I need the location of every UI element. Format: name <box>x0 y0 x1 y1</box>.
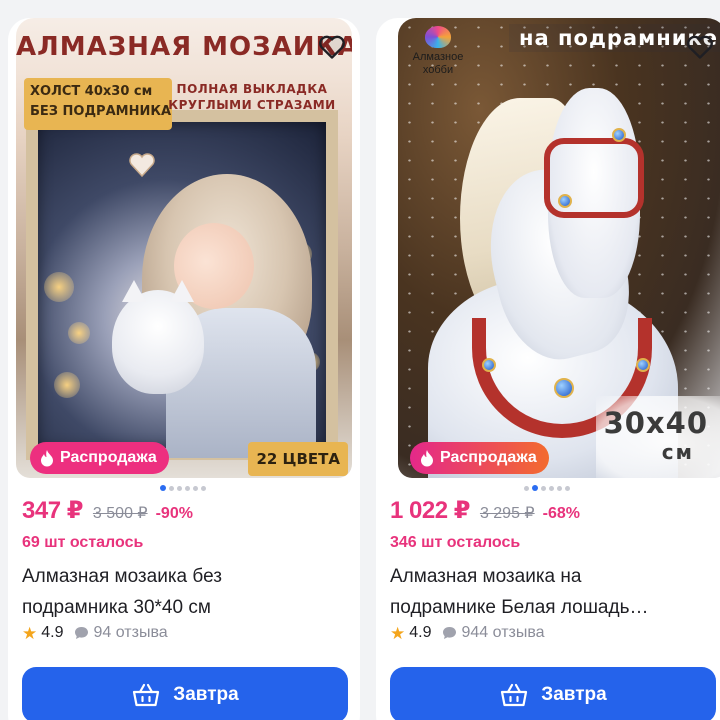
rating-value: 4.9 <box>41 624 64 641</box>
slide-indicator <box>160 485 206 491</box>
current-price: 347 ₽ <box>22 497 83 524</box>
size-value: 30x40 <box>603 406 708 440</box>
heart-outline-icon <box>319 35 345 59</box>
stock-remaining: 346 шт осталось <box>390 534 521 551</box>
brand-logo: Алмазное хобби <box>402 26 474 77</box>
gem-ornament <box>558 194 572 208</box>
button-label: Завтра <box>541 684 607 705</box>
reviews-link[interactable]: 94 отзыва <box>74 624 168 642</box>
delivery-cart-button[interactable]: Завтра <box>390 667 716 720</box>
speech-bubble-icon <box>74 627 88 639</box>
product-name-line-1: Алмазная мозаика на <box>390 566 582 587</box>
slide-indicator <box>524 485 570 491</box>
rating-row: ★ 4.9 94 отзыва <box>22 624 168 642</box>
photo-title: АЛМАЗНАЯ МОЗАИКА <box>16 32 352 62</box>
colors-count-tag: 22 ЦВЕТА <box>248 442 348 476</box>
star-icon: ★ <box>390 623 406 643</box>
brand-name-2: хобби <box>422 64 454 76</box>
star-icon: ★ <box>22 623 38 643</box>
sale-label: Распродажа <box>440 449 537 466</box>
reviews-count: 94 отзыва <box>93 624 168 641</box>
product-card-2[interactable]: на подрамнике Алмазное хобби 30x40 см Ра… <box>376 18 720 720</box>
slide-dot <box>185 485 190 491</box>
flame-icon <box>41 450 53 467</box>
price-row: 1 022 ₽ 3 295 ₽ -68% <box>390 496 580 525</box>
slide-dot <box>201 485 206 491</box>
sale-badge: Распродажа <box>410 442 549 474</box>
no-frame-text: БЕЗ ПОДРАМНИКА <box>30 104 172 119</box>
product-photo[interactable]: на подрамнике Алмазное хобби 30x40 см Ра… <box>398 18 720 478</box>
old-price: 3 295 ₽ <box>479 505 535 522</box>
horse-bridle <box>544 138 644 218</box>
slide-dot <box>177 485 182 491</box>
basket-icon <box>501 683 528 707</box>
product-name-line-1: Алмазная мозаика без <box>22 566 222 587</box>
discount-percent: -68% <box>542 505 580 522</box>
rating-row: ★ 4.9 944 отзыва <box>390 624 545 642</box>
slide-dot <box>524 485 529 491</box>
slide-dot <box>541 485 546 491</box>
basket-icon <box>133 683 160 707</box>
gem-ornament <box>482 358 496 372</box>
slide-dot <box>565 485 570 491</box>
button-label: Завтра <box>173 684 239 705</box>
slide-dot <box>160 485 166 491</box>
rating-value: 4.9 <box>409 624 432 641</box>
white-kitten <box>112 280 204 394</box>
size-unit: см <box>661 440 694 464</box>
sale-label: Распродажа <box>60 449 157 466</box>
gem-ornament <box>636 358 650 372</box>
photo-subtitle: ПОЛНАЯ ВЫКЛАДКА КРУГЛЫМИ СТРАЗАМИ <box>162 81 342 113</box>
heart-ornament-icon <box>129 153 155 178</box>
reviews-count: 944 отзыва <box>461 624 545 641</box>
subtitle-line-1: ПОЛНАЯ ВЫКЛАДКА <box>176 82 328 96</box>
heart-outline-icon <box>687 35 713 59</box>
product-name[interactable]: Алмазная мозаика на подрамнике Белая лош… <box>390 561 720 623</box>
slide-dot <box>557 485 562 491</box>
product-name[interactable]: Алмазная мозаика без подрамника 30*40 см <box>22 561 352 623</box>
reviews-link[interactable]: 944 отзыва <box>442 624 545 642</box>
price-row: 347 ₽ 3 500 ₽ -90% <box>22 496 193 525</box>
current-price: 1 022 ₽ <box>390 497 470 524</box>
stock-remaining: 69 шт осталось <box>22 534 144 551</box>
canvas-size-badge: ХОЛСТ 40х30 см БЕЗ ПОДРАМНИКА <box>24 78 172 130</box>
slide-dot <box>193 485 198 491</box>
speech-bubble-icon <box>442 627 456 639</box>
flame-icon <box>421 450 433 467</box>
sale-badge: Распродажа <box>30 442 169 474</box>
product-name-line-2: подрамнике Белая лошадь… <box>390 597 649 618</box>
favorite-button[interactable] <box>684 31 716 63</box>
slide-dot <box>169 485 174 491</box>
gem-ornament <box>554 378 574 398</box>
product-name-line-2: подрамника 30*40 см <box>22 597 211 618</box>
slide-dot <box>549 485 554 491</box>
old-price: 3 500 ₽ <box>92 505 148 522</box>
delivery-cart-button[interactable]: Завтра <box>22 667 348 720</box>
discount-percent: -90% <box>155 505 193 522</box>
favorite-button[interactable] <box>316 31 348 63</box>
brand-name-1: Алмазное <box>412 51 464 63</box>
product-card-1[interactable]: АЛМАЗНАЯ МОЗАИКА ХОЛСТ 40х30 см БЕЗ ПОДР… <box>8 18 360 720</box>
gem-ornament <box>612 128 626 142</box>
canvas-size-text: ХОЛСТ 40х30 см <box>30 84 153 99</box>
product-photo[interactable]: АЛМАЗНАЯ МОЗАИКА ХОЛСТ 40х30 см БЕЗ ПОДР… <box>16 18 352 478</box>
slide-dot <box>532 485 538 491</box>
subtitle-line-2: КРУГЛЫМИ СТРАЗАМИ <box>168 98 336 112</box>
brand-logo-icon <box>425 26 451 48</box>
